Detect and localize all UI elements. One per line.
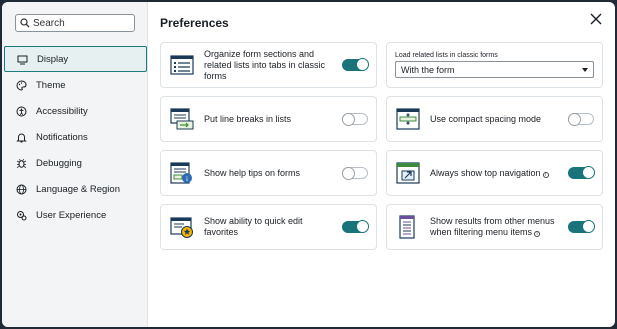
form-sections-icon — [170, 55, 194, 75]
top-navigation-icon — [396, 162, 420, 184]
filter-menus-label: Show results from other menus when filte… — [430, 216, 568, 238]
sidebar-item-label: Theme — [36, 79, 66, 91]
toggle-knob — [582, 220, 595, 233]
organize-tabs-label: Organize form sections and related lists… — [204, 48, 326, 81]
sidebar-item-label: Notifications — [36, 131, 88, 143]
load-related-select[interactable]: With the form — [395, 61, 594, 78]
close-button[interactable] — [589, 12, 603, 30]
sidebar: Search Display Theme Accessibility Notif… — [2, 2, 148, 327]
search-input[interactable]: Search — [15, 14, 135, 32]
compact-spacing-toggle[interactable] — [568, 112, 594, 126]
info-icon[interactable]: i — [534, 231, 541, 237]
preferences-panel: Preferences Organize form sections and r… — [148, 2, 615, 327]
user-experience-icon — [16, 210, 27, 221]
bug-icon — [16, 158, 27, 169]
toggle-knob — [582, 166, 595, 179]
compact-spacing-label: Use compact spacing mode — [430, 113, 542, 124]
toggle-knob — [342, 166, 355, 180]
quick-edit-favorites-icon — [170, 217, 193, 238]
compact-spacing-card: Use compact spacing mode — [386, 96, 603, 142]
sidebar-item-accessibility[interactable]: Accessibility — [2, 98, 147, 124]
sidebar-item-language-region[interactable]: Language & Region — [2, 176, 147, 202]
sidebar-item-notifications[interactable]: Notifications — [2, 124, 147, 150]
line-breaks-label: Put line breaks in lists — [204, 113, 292, 124]
toggle-knob — [568, 112, 581, 126]
search-placeholder: Search — [33, 17, 65, 29]
help-tips-toggle[interactable] — [342, 166, 368, 180]
preferences-grid: Organize form sections and related lists… — [160, 42, 603, 250]
help-tips-card: i Show help tips on forms — [160, 150, 377, 196]
quick-edit-toggle[interactable] — [342, 220, 369, 233]
accessibility-icon — [16, 106, 27, 117]
help-tips-icon: i — [170, 162, 192, 184]
toggle-knob — [342, 112, 355, 126]
caret-down-icon — [582, 67, 588, 72]
info-icon[interactable]: i — [542, 171, 549, 178]
line-breaks-card: Put line breaks in lists — [160, 96, 377, 142]
monitor-icon — [17, 54, 28, 65]
palette-icon — [16, 79, 27, 91]
top-nav-toggle[interactable] — [568, 166, 595, 179]
toggle-knob — [356, 220, 369, 233]
help-tips-label: Show help tips on forms — [204, 167, 301, 178]
top-nav-card: Always show top navigation i — [386, 150, 603, 196]
bell-icon — [16, 132, 27, 143]
filter-menus-card: Show results from other menus when filte… — [386, 204, 603, 250]
sidebar-item-debugging[interactable]: Debugging — [2, 150, 147, 176]
close-icon — [590, 12, 602, 30]
top-nav-label-text: Always show top navigation — [430, 167, 541, 178]
sidebar-nav: Display Theme Accessibility Notification… — [2, 46, 147, 228]
search-icon — [20, 18, 30, 28]
sidebar-item-label: Accessibility — [36, 105, 88, 117]
toggle-knob — [356, 58, 369, 71]
top-nav-label: Always show top navigation i — [430, 168, 568, 179]
sidebar-item-label: Language & Region — [36, 183, 120, 195]
sidebar-item-label: Debugging — [36, 157, 82, 169]
compact-spacing-icon — [396, 108, 420, 130]
sidebar-item-display[interactable]: Display — [4, 46, 147, 72]
load-related-label: Load related lists in classic forms — [395, 52, 498, 59]
sidebar-item-user-experience[interactable]: User Experience — [2, 202, 147, 228]
line-breaks-toggle[interactable] — [342, 112, 368, 126]
globe-icon — [16, 184, 27, 195]
organize-tabs-toggle[interactable] — [342, 58, 369, 71]
sidebar-item-label: User Experience — [36, 209, 107, 221]
sidebar-item-label: Display — [37, 53, 69, 65]
load-related-value: With the form — [401, 64, 455, 75]
line-breaks-icon — [170, 108, 194, 130]
filter-menus-icon — [399, 215, 415, 239]
svg-text:i: i — [186, 175, 188, 183]
preferences-dialog: Search Display Theme Accessibility Notif… — [2, 2, 615, 327]
sidebar-item-theme[interactable]: Theme — [2, 72, 147, 98]
quick-edit-card: Show ability to quick edit favorites — [160, 204, 377, 250]
load-related-card: Load related lists in classic forms With… — [386, 42, 603, 88]
quick-edit-label: Show ability to quick edit favorites — [204, 216, 303, 237]
organize-tabs-card: Organize form sections and related lists… — [160, 42, 377, 88]
page-title: Preferences — [160, 16, 229, 30]
filter-menus-toggle[interactable] — [568, 220, 595, 233]
